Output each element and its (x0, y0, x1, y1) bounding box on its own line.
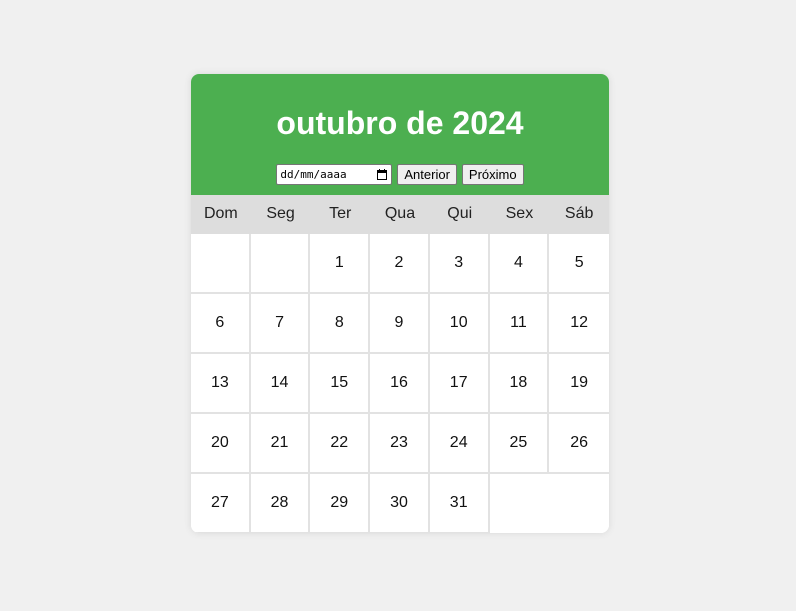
day-cell[interactable]: 11 (489, 294, 550, 354)
day-cell[interactable]: 30 (370, 474, 430, 533)
day-cell[interactable]: 8 (310, 294, 371, 354)
calendar-controls: dd/mm/aaaa Anterior Próximo (191, 164, 609, 185)
day-cell[interactable]: 27 (191, 474, 251, 533)
weekday-label: Qua (384, 205, 416, 222)
weekday-label: Sex (505, 205, 534, 222)
day-cell[interactable]: 20 (191, 414, 251, 474)
day-cell[interactable]: 10 (429, 294, 490, 354)
day-cell[interactable]: 4 (489, 234, 550, 294)
calendar-header: outubro de 2024 dd/mm/aaaa Anterior Próx… (191, 74, 609, 195)
day-grid: 1 2 3 4 5 6 7 8 9 10 11 12 13 14 15 16 1… (191, 234, 609, 533)
day-cell[interactable]: 19 (549, 354, 609, 414)
day-cell[interactable]: 28 (250, 474, 311, 533)
day-cell[interactable]: 14 (250, 354, 311, 414)
day-cell[interactable]: 26 (549, 414, 609, 474)
day-cell-empty (250, 234, 311, 294)
day-cell[interactable]: 5 (549, 234, 609, 294)
day-cell[interactable]: 29 (310, 474, 371, 533)
day-cell[interactable]: 13 (191, 354, 251, 414)
weekday-label: Qui (447, 205, 473, 222)
day-cell[interactable]: 6 (191, 294, 251, 354)
day-cell[interactable]: 12 (549, 294, 609, 354)
day-cell[interactable]: 24 (429, 414, 490, 474)
day-cell[interactable]: 2 (370, 234, 430, 294)
day-cell[interactable]: 3 (429, 234, 490, 294)
weekday-label: Sáb (564, 205, 594, 222)
day-cell-empty (489, 474, 550, 533)
calendar-container: outubro de 2024 dd/mm/aaaa Anterior Próx… (191, 74, 609, 533)
weekday-label: Dom (203, 205, 238, 222)
weekday-label: Seg (266, 205, 295, 222)
weekday-header-row: Dom Seg Ter Qua Qui Sex Sáb (191, 195, 609, 234)
next-month-button[interactable]: Próximo (461, 164, 524, 185)
calendar-icon[interactable] (377, 169, 388, 180)
day-cell[interactable]: 17 (429, 354, 490, 414)
day-cell[interactable]: 9 (370, 294, 430, 354)
month-title: outubro de 2024 (276, 105, 524, 141)
day-cell[interactable]: 7 (250, 294, 311, 354)
day-cell[interactable]: 15 (310, 354, 371, 414)
previous-month-button[interactable]: Anterior (397, 164, 457, 185)
weekday-label: Ter (329, 205, 352, 222)
day-cell-empty (191, 234, 251, 294)
day-cell[interactable]: 16 (370, 354, 430, 414)
day-cell[interactable]: 22 (310, 414, 371, 474)
day-cell[interactable]: 25 (489, 414, 550, 474)
day-cell[interactable]: 31 (429, 474, 490, 533)
day-cell[interactable]: 18 (489, 354, 550, 414)
day-cell[interactable]: 1 (310, 234, 371, 294)
day-cell[interactable]: 21 (250, 414, 311, 474)
date-input[interactable]: dd/mm/aaaa (276, 164, 393, 185)
day-cell-empty (549, 474, 609, 533)
date-input-placeholder: dd/mm/aaaa (280, 168, 347, 181)
day-cell[interactable]: 23 (370, 414, 430, 474)
